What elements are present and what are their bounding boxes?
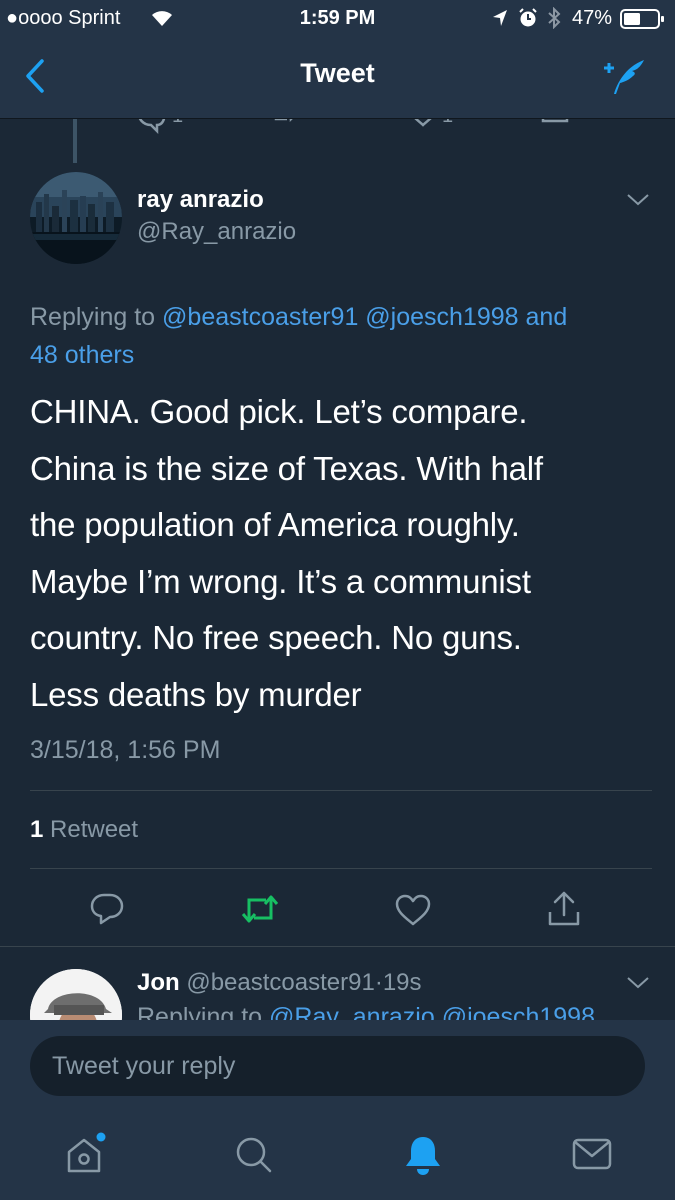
replying-prefix: Replying to (137, 1003, 263, 1020)
page-title: Tweet (300, 58, 375, 88)
reply-placeholder: Tweet your reply (52, 1052, 236, 1080)
tweet-timestamp: 3/15/18, 1:56 PM (30, 736, 221, 764)
share-icon[interactable] (546, 890, 582, 928)
top-bar: ●oooo Sprint 1:59 PM 47% Tweet (0, 0, 675, 119)
reply-author-handle[interactable]: @beastcoaster91 (186, 969, 374, 996)
bluetooth-icon (547, 7, 561, 29)
reply-header: Jon @beastcoaster91·19s (137, 969, 422, 997)
divider (30, 868, 652, 869)
replying-prefix: Replying to (30, 303, 156, 331)
retweet-icon[interactable] (240, 894, 280, 924)
tweet-text-line: China is the size of Texas. With half (30, 449, 543, 487)
retweet-stats[interactable]: 1 Retweet (30, 816, 138, 844)
like-icon[interactable] (394, 893, 432, 927)
tweet-text-line: country. No free speech. No guns. (30, 619, 522, 656)
messages-icon[interactable] (572, 1138, 612, 1172)
chevron-down-icon[interactable] (626, 192, 650, 208)
next-reply[interactable]: Jon @beastcoaster91·19s Replying to @Ray… (0, 947, 675, 1020)
chevron-down-icon[interactable] (626, 975, 650, 991)
reply-time: 19s (382, 969, 422, 996)
retweet-count: 1 (30, 816, 44, 843)
notifications-icon[interactable] (403, 1134, 443, 1176)
battery-percent: 47% (572, 7, 613, 29)
reply-replying-to: Replying to @Ray_anrazio @joesch1998 (137, 1003, 595, 1020)
reply-bar: Tweet your reply (0, 1020, 675, 1110)
reply-icon[interactable] (89, 892, 125, 926)
replying-handles[interactable]: @beastcoaster91 @joesch1998 and (162, 303, 567, 331)
like-icon[interactable] (405, 119, 441, 133)
retweet-label: Retweet (50, 816, 139, 843)
tweet-text-line: Less deaths by murder (30, 675, 362, 713)
previous-reply-count: 1 (172, 119, 183, 128)
avatar[interactable] (30, 172, 122, 264)
share-icon[interactable] (540, 119, 570, 133)
reply-separator: · (374, 969, 383, 996)
reply-input[interactable]: Tweet your reply (30, 1036, 645, 1096)
thread-line (73, 119, 77, 163)
author-name[interactable]: ray anrazio (137, 186, 264, 214)
previous-tweet-actions: 1 1 (0, 119, 675, 135)
replying-to: Replying to @beastcoaster91 @joesch1998 … (30, 298, 650, 374)
search-icon[interactable] (234, 1135, 274, 1175)
previous-like-count: 1 (442, 119, 453, 128)
avatar[interactable] (30, 969, 122, 1020)
tweet-text-line: CHINA. Good pick. Let’s compare. (30, 393, 528, 430)
home-icon[interactable] (64, 1132, 108, 1176)
tweet-text: CHINA. Good pick. Let’s compare. China i… (30, 384, 645, 723)
divider (30, 790, 652, 791)
replying-handles[interactable]: @Ray_anrazio @joesch1998 (269, 1003, 595, 1020)
author-handle[interactable]: @Ray_anrazio (137, 218, 296, 246)
reply-author-name[interactable]: Jon (137, 969, 180, 996)
replying-others[interactable]: 48 others (30, 341, 134, 369)
alarm-icon (518, 8, 538, 28)
compose-tweet-icon[interactable] (600, 56, 650, 98)
retweet-icon[interactable] (273, 119, 305, 133)
tweet-text-line: the population of America roughly. (30, 506, 520, 543)
location-icon (492, 9, 508, 27)
tweet-text-line: Maybe I’m wrong. It’s a communist (30, 562, 531, 600)
tab-bar (0, 1110, 675, 1200)
battery-icon (620, 9, 666, 29)
